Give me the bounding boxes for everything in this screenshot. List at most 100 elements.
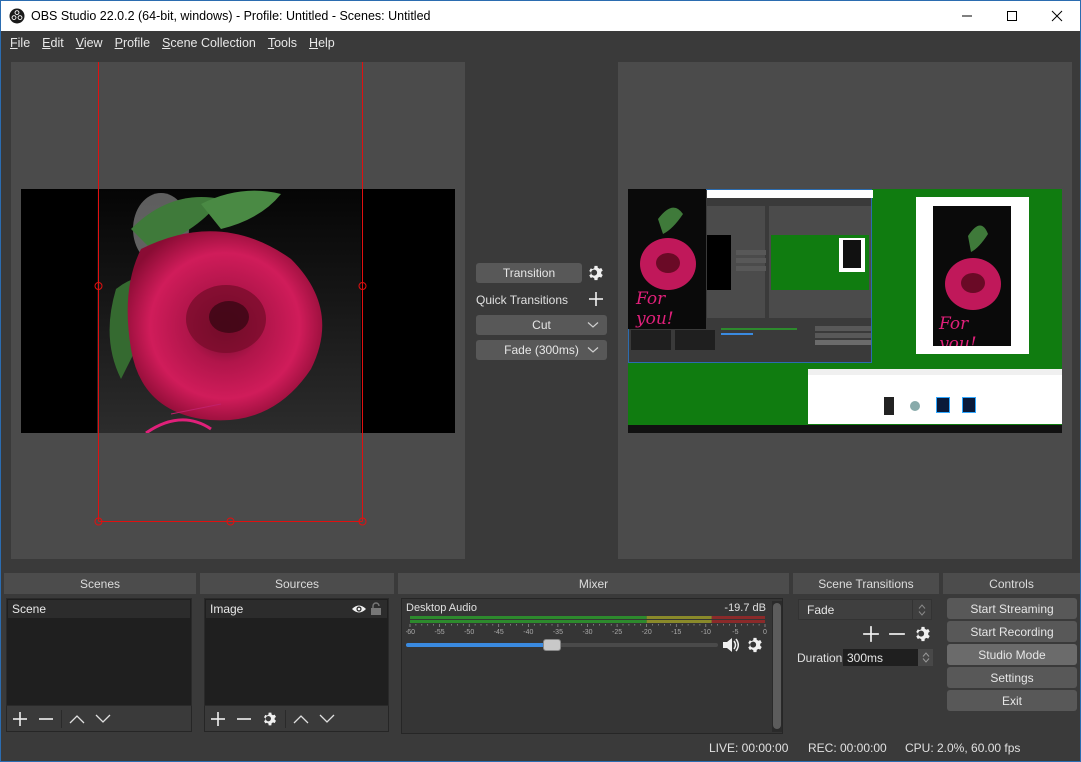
scenes-toolbar bbox=[6, 706, 192, 732]
speaker-mute-icon[interactable] bbox=[722, 637, 740, 653]
meter-segment bbox=[646, 616, 712, 619]
scenes-dock-title: Scenes bbox=[4, 573, 196, 594]
menu-tools[interactable]: Tools bbox=[262, 36, 303, 50]
meter-segment bbox=[410, 620, 647, 623]
mixer-panel: Desktop Audio -19.7 dB -60-55-50-45-40-3… bbox=[401, 598, 783, 734]
transition-select[interactable]: Fade bbox=[798, 599, 932, 620]
meter-scale-label: 0 bbox=[763, 629, 767, 636]
chevron-down-icon bbox=[95, 714, 111, 723]
move-source-up-button[interactable] bbox=[288, 707, 314, 731]
chevron-up-icon bbox=[69, 714, 85, 723]
move-scene-up-button[interactable] bbox=[64, 707, 90, 731]
meter-segment bbox=[646, 620, 712, 623]
audio-channel-name: Desktop Audio bbox=[406, 602, 477, 614]
minus-icon bbox=[39, 717, 53, 720]
meter-scale-label: -5 bbox=[732, 629, 738, 636]
quick-transition-cut[interactable]: Cut bbox=[476, 315, 607, 335]
transition-select-value: Fade bbox=[807, 602, 835, 617]
source-item[interactable]: Image bbox=[206, 600, 387, 618]
window-title: OBS Studio 22.0.2 (64-bit, windows) - Pr… bbox=[31, 9, 431, 23]
chevron-up-icon bbox=[922, 652, 929, 657]
meter-scale-label: -50 bbox=[464, 629, 474, 636]
file-explorer-window bbox=[808, 369, 1062, 424]
add-transition-plus-icon[interactable] bbox=[862, 625, 880, 643]
duration-value: 300ms bbox=[847, 650, 884, 665]
minus-icon bbox=[237, 717, 251, 720]
volume-meter: -60-55-50-45-40-35-30-25-20-15-10-50 bbox=[406, 616, 767, 636]
scenes-list[interactable]: Scene bbox=[6, 598, 192, 706]
meter-scale-label: -10 bbox=[701, 629, 711, 636]
scene-item[interactable]: Scene bbox=[8, 600, 190, 618]
remove-scene-button[interactable] bbox=[33, 707, 59, 731]
gear-icon bbox=[264, 712, 276, 725]
menu-profile[interactable]: Profile bbox=[109, 36, 156, 50]
recording-timer: REC: 00:00:00 bbox=[808, 741, 887, 755]
chevron-down-icon bbox=[587, 347, 599, 353]
minimize-icon bbox=[962, 15, 972, 17]
move-source-down-button[interactable] bbox=[314, 707, 340, 731]
plus-icon bbox=[211, 711, 225, 726]
quick-transition-fade[interactable]: Fade (300ms) bbox=[476, 340, 607, 360]
meter-scale-label: -15 bbox=[671, 629, 681, 636]
meter-scale-label: -25 bbox=[612, 629, 622, 636]
start-streaming-button[interactable]: Start Streaming bbox=[947, 598, 1077, 619]
transition-select-arrows[interactable] bbox=[912, 600, 931, 619]
add-quick-transition-plus-icon[interactable] bbox=[588, 291, 604, 307]
chevron-up-icon bbox=[293, 714, 309, 723]
settings-button[interactable]: Settings bbox=[947, 667, 1077, 688]
studio-mode-button[interactable]: Studio Mode bbox=[947, 644, 1077, 665]
sources-list[interactable]: Image bbox=[204, 598, 389, 706]
toolbar-divider bbox=[285, 709, 286, 728]
add-scene-button[interactable] bbox=[7, 707, 33, 731]
chevron-down-icon bbox=[922, 658, 929, 663]
source-properties-button[interactable] bbox=[257, 707, 283, 731]
preview-canvas[interactable] bbox=[11, 62, 465, 559]
menu-file[interactable]: File bbox=[4, 36, 36, 50]
duration-input[interactable]: 300ms bbox=[843, 649, 933, 666]
remove-transition-minus-icon[interactable] bbox=[888, 625, 906, 643]
program-canvas[interactable]: For you! For you! bbox=[618, 62, 1072, 559]
chevron-down-icon bbox=[319, 714, 335, 723]
minimize-button[interactable] bbox=[944, 1, 990, 31]
photo-viewer-window: For you! bbox=[916, 197, 1029, 354]
toolbar-divider bbox=[61, 709, 62, 728]
start-recording-button[interactable]: Start Recording bbox=[947, 621, 1077, 642]
transition-properties-gear-icon[interactable] bbox=[914, 625, 932, 643]
menu-scene-collection[interactable]: Scene Collection bbox=[156, 36, 262, 50]
transition-button[interactable]: Transition bbox=[476, 263, 582, 283]
duration-label: Duration bbox=[797, 651, 843, 665]
volume-slider-handle[interactable] bbox=[543, 639, 562, 651]
menu-help[interactable]: Help bbox=[303, 36, 341, 50]
maximize-button[interactable] bbox=[989, 1, 1035, 31]
source-selection-box[interactable] bbox=[11, 62, 465, 559]
transition-settings-gear-icon[interactable] bbox=[587, 264, 605, 282]
overlay-text: For you! bbox=[939, 314, 977, 346]
menu-view[interactable]: View bbox=[70, 36, 109, 50]
audio-settings-gear-icon[interactable] bbox=[746, 636, 764, 654]
add-source-button[interactable] bbox=[205, 707, 231, 731]
duration-spinner[interactable] bbox=[918, 649, 933, 666]
chevron-up-icon bbox=[918, 603, 926, 609]
chevron-down-icon bbox=[587, 322, 599, 328]
meter-scale-label: -30 bbox=[582, 629, 592, 636]
close-button[interactable] bbox=[1034, 1, 1080, 31]
menu-edit[interactable]: Edit bbox=[36, 36, 70, 50]
unlocked-padlock-icon[interactable] bbox=[370, 602, 382, 616]
visibility-eye-icon[interactable] bbox=[351, 603, 367, 615]
meter-scale-label: -40 bbox=[523, 629, 533, 636]
volume-slider[interactable] bbox=[406, 639, 718, 651]
remove-source-button[interactable] bbox=[231, 707, 257, 731]
obs-window: OBS Studio 22.0.2 (64-bit, windows) - Pr… bbox=[0, 0, 1081, 762]
meter-scale-label: -35 bbox=[553, 629, 563, 636]
sources-dock-title: Sources bbox=[200, 573, 394, 594]
exit-button[interactable]: Exit bbox=[947, 690, 1077, 711]
controls-dock-title: Controls bbox=[943, 573, 1080, 594]
live-timer: LIVE: 00:00:00 bbox=[709, 741, 789, 755]
mixer-scrollbar[interactable] bbox=[772, 601, 782, 732]
cpu-fps-status: CPU: 2.0%, 60.00 fps bbox=[905, 741, 1021, 755]
maximize-icon bbox=[1007, 11, 1017, 21]
mixer-scrollbar-thumb[interactable] bbox=[773, 603, 781, 729]
meter-scale-label: -55 bbox=[435, 629, 445, 636]
quick-transition-label: Fade (300ms) bbox=[504, 343, 579, 357]
move-scene-down-button[interactable] bbox=[90, 707, 116, 731]
